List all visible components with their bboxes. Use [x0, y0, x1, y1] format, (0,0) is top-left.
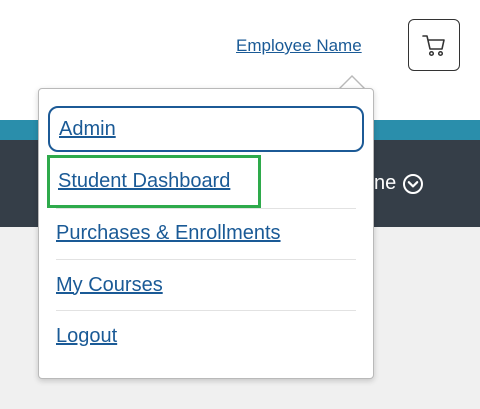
employee-name-link[interactable]: Employee Name — [236, 36, 362, 56]
shopping-cart-icon — [422, 35, 445, 57]
user-dropdown-menu: Admin Student Dashboard Purchases & Enro… — [38, 88, 374, 379]
menu-item-purchases-enrollments[interactable]: Purchases & Enrollments — [56, 213, 281, 253]
menu-item-student-dashboard[interactable]: Student Dashboard — [47, 155, 261, 208]
menu-item-admin[interactable]: Admin — [48, 106, 364, 152]
menu-divider — [56, 259, 356, 260]
menu-item-my-courses[interactable]: My Courses — [56, 265, 163, 305]
band-menu-trigger[interactable]: ne — [374, 172, 424, 195]
cart-button[interactable] — [408, 19, 460, 71]
band-menu-label: ne — [374, 172, 397, 194]
chevron-down-circle-icon — [403, 173, 424, 194]
menu-divider — [56, 310, 356, 311]
menu-divider — [56, 208, 356, 209]
menu-item-logout[interactable]: Logout — [56, 316, 117, 356]
